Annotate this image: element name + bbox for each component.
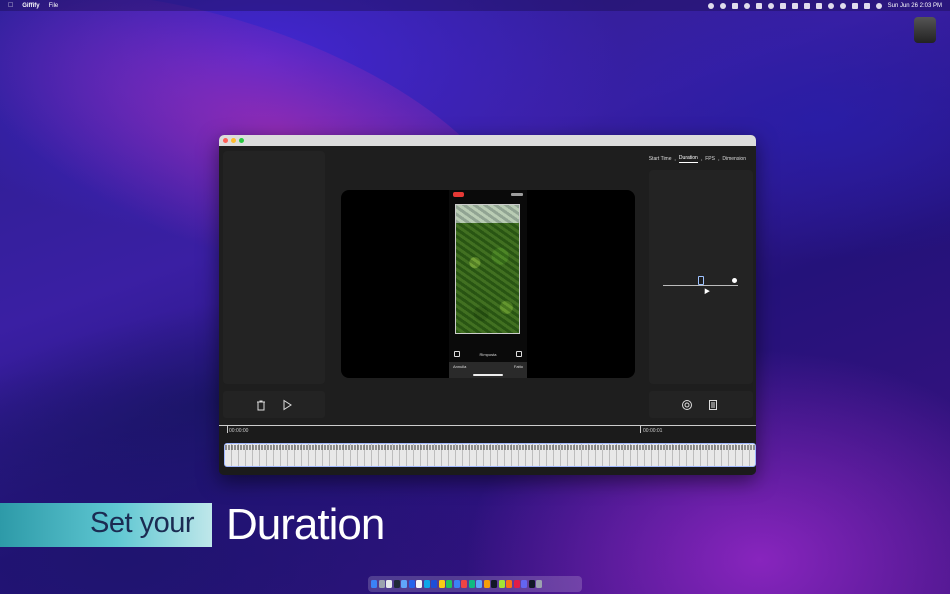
output-controls: [649, 391, 753, 418]
left-panel: [223, 151, 325, 384]
phone-frame: Rimposta Annulla Fatto: [449, 190, 527, 378]
mouse-cursor-icon: [702, 286, 710, 295]
dock-app-icon[interactable]: [468, 580, 475, 588]
phone-edit-bar: Rimposta: [449, 348, 527, 360]
trash-icon[interactable]: [255, 399, 267, 411]
photo-content: [455, 204, 520, 334]
caption-highlight: Duration: [226, 500, 385, 549]
dock: [368, 576, 582, 592]
dock-app-icon[interactable]: [513, 580, 520, 588]
dock-app-icon[interactable]: [393, 580, 400, 588]
nav-dimension[interactable]: Dimension: [722, 156, 746, 162]
playback-controls: [223, 391, 325, 418]
zoom-window-button[interactable]: [239, 138, 244, 143]
timeline-tick: [227, 425, 228, 433]
title-bar: [219, 135, 756, 146]
nav-separator: •: [674, 156, 676, 162]
status-control-center-icon[interactable]: [863, 2, 870, 9]
nav-separator: •: [700, 156, 703, 162]
timeline-start-label: 00:00:00: [229, 428, 249, 434]
dock-app-icon[interactable]: [423, 580, 430, 588]
dock-app-icon[interactable]: [461, 580, 467, 588]
dock-app-icon[interactable]: [483, 580, 490, 588]
apple-menu-icon[interactable]: : [8, 2, 13, 9]
status-search-icon[interactable]: [839, 2, 846, 9]
recording-badge: [453, 192, 464, 197]
dock-app-icon[interactable]: [498, 580, 505, 588]
video-preview: Rimposta Annulla Fatto: [341, 190, 635, 378]
status-clock-icon[interactable]: [719, 2, 726, 9]
status-timer-icon[interactable]: [767, 2, 774, 9]
status-wifi-icon[interactable]: [827, 2, 834, 9]
status-input-icon[interactable]: [851, 2, 858, 9]
status-keyboard-icon[interactable]: [731, 2, 738, 9]
dock-app-icon[interactable]: [378, 580, 385, 588]
dock-app-icon[interactable]: [446, 580, 452, 588]
nav-duration[interactable]: Duration: [678, 155, 698, 163]
duration-slider-start-handle[interactable]: [698, 276, 704, 285]
timeline-ruler: [219, 425, 756, 426]
settings-icon[interactable]: [681, 399, 693, 411]
duration-slider-end-handle[interactable]: [732, 278, 737, 283]
timeline[interactable]: 00:00:00 00:00:01: [219, 425, 756, 475]
settings-nav: Start Time • Duration • FPS • Dimension: [649, 155, 746, 163]
home-indicator: [473, 374, 503, 376]
frame-thumbnails: [225, 445, 755, 450]
nav-start-time[interactable]: Start Time: [649, 156, 672, 162]
play-icon[interactable]: [281, 399, 293, 411]
desktop-drive-icon[interactable]: [914, 17, 936, 43]
dock-app-icon[interactable]: [453, 580, 460, 588]
close-window-button[interactable]: [223, 138, 228, 143]
dock-app-icon[interactable]: [506, 580, 512, 588]
nav-fps[interactable]: FPS: [705, 156, 715, 162]
dock-app-icon[interactable]: [416, 580, 422, 588]
dock-app-icon[interactable]: [371, 580, 377, 588]
dock-app-icon[interactable]: [528, 580, 535, 588]
aspect-icon: [516, 351, 522, 357]
duration-panel: [649, 170, 753, 384]
dock-app-icon[interactable]: [431, 580, 437, 588]
file-menu[interactable]: File: [49, 3, 59, 9]
status-siri-icon[interactable]: [875, 2, 882, 9]
timeline-mark-label: 00:00:01: [643, 428, 663, 434]
menu-clock[interactable]: Sun Jun 26 2:03 PM: [888, 3, 942, 9]
dock-app-icon[interactable]: [401, 580, 407, 588]
phone-done-label: Fatto: [513, 364, 523, 369]
rotate-icon: [454, 351, 460, 357]
dock-app-icon[interactable]: [438, 580, 445, 588]
status-volume-icon[interactable]: [791, 2, 798, 9]
status-bluetooth-alt-icon[interactable]: [803, 2, 810, 9]
dock-app-icon[interactable]: [491, 580, 497, 588]
phone-status-icons: [511, 193, 523, 196]
status-battery-icon[interactable]: [815, 2, 822, 9]
phone-bottom-sheet: Annulla Fatto: [449, 362, 527, 378]
status-bluetooth-icon[interactable]: [779, 2, 786, 9]
minimize-window-button[interactable]: [231, 138, 236, 143]
timeline-tick: [640, 425, 641, 433]
dock-app-icon[interactable]: [476, 580, 482, 588]
export-icon[interactable]: [707, 399, 719, 411]
duration-slider-track[interactable]: [663, 285, 738, 286]
app-menu[interactable]: Giffify: [22, 3, 39, 9]
status-grid-icon[interactable]: [755, 2, 762, 9]
photo-foliage: [456, 205, 519, 333]
status-record-icon[interactable]: [707, 2, 714, 9]
giffify-window: Rimposta Annulla Fatto Start Time • Dura…: [219, 135, 756, 475]
caption-prefix: Set your: [90, 507, 195, 539]
nav-separator: •: [717, 156, 720, 162]
dock-app-icon[interactable]: [386, 580, 392, 588]
dock-app-icon[interactable]: [536, 580, 542, 588]
dock-app-icon[interactable]: [408, 580, 415, 588]
dock-app-icon[interactable]: [521, 580, 527, 588]
status-globe-icon[interactable]: [743, 2, 750, 9]
menu-bar:  Giffify File Sun Jun 26 2:03 PM: [0, 0, 950, 11]
phone-cancel-label: Annulla: [453, 364, 467, 369]
phone-bar-title: Rimposta: [479, 351, 497, 357]
